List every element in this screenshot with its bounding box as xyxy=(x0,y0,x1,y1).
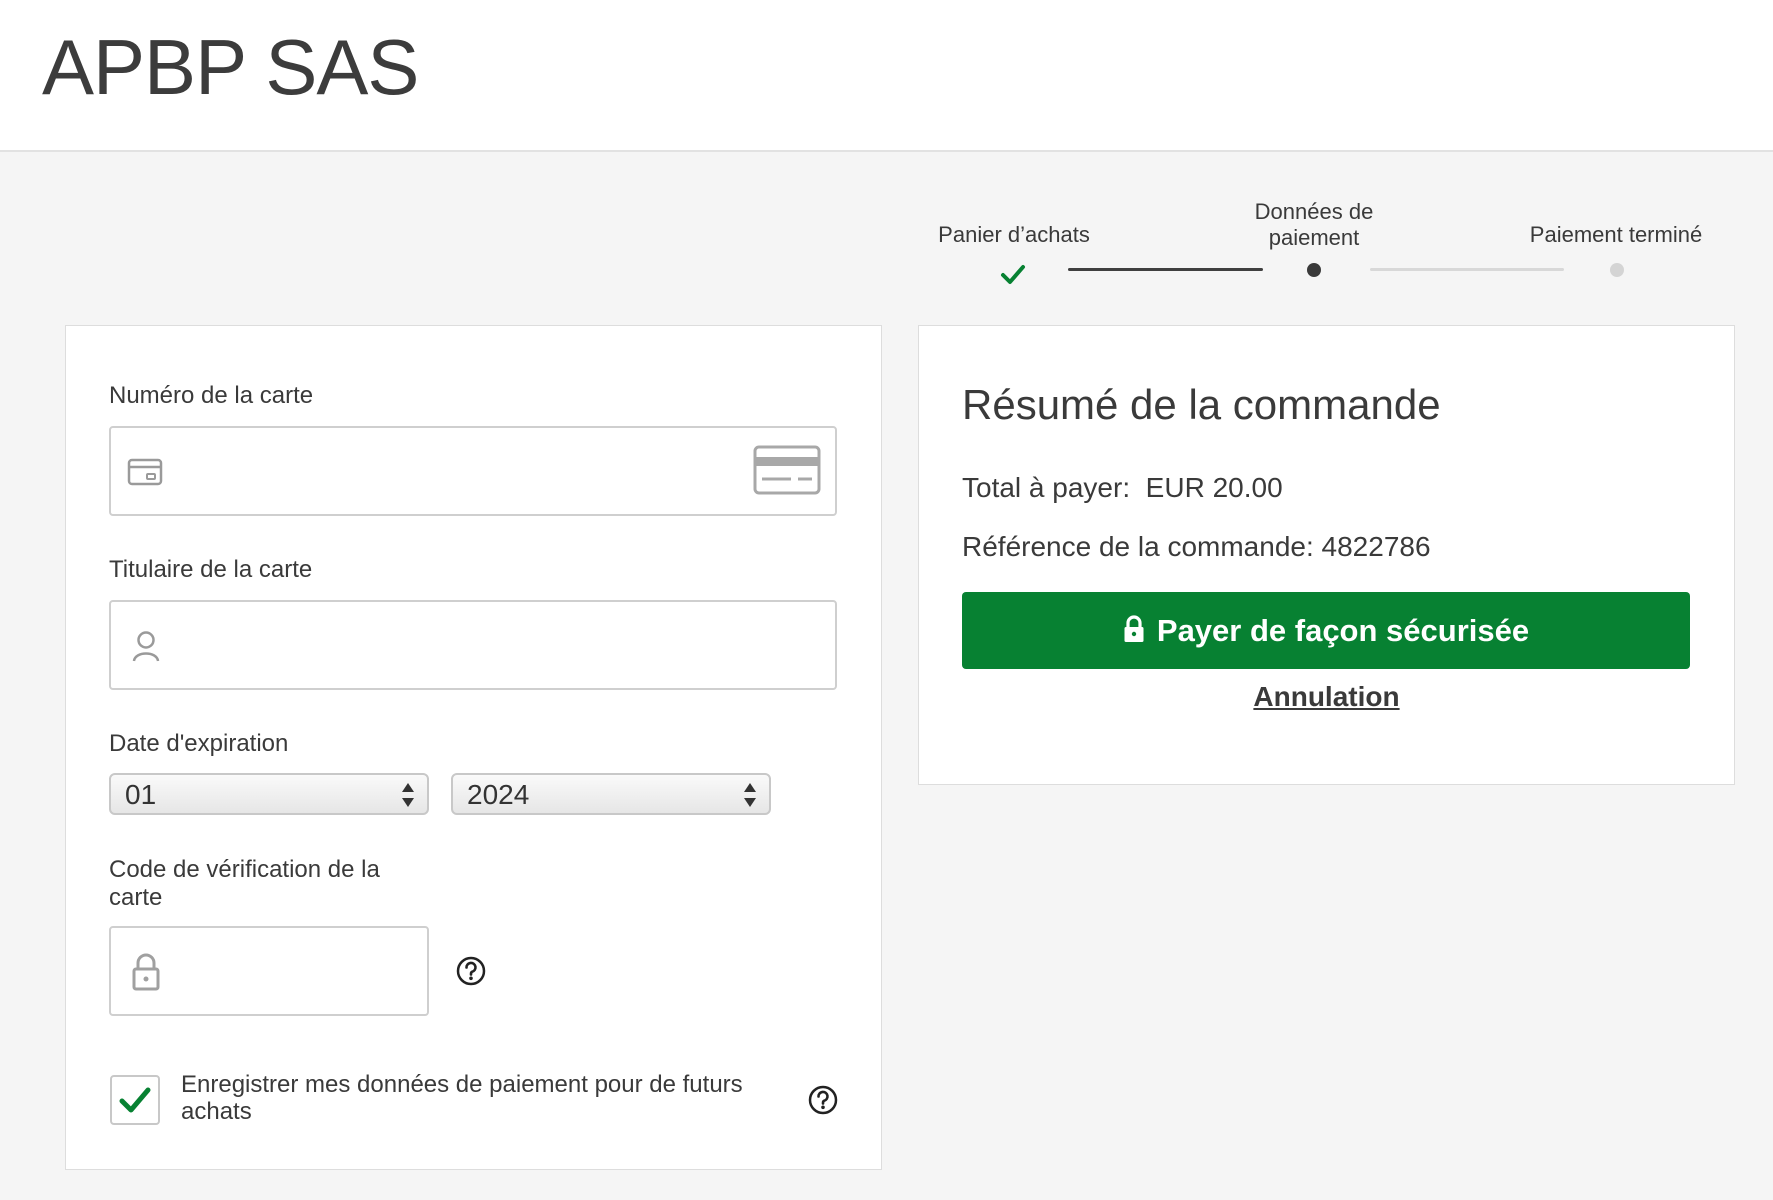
credit-card-icon xyxy=(127,458,163,486)
total-value: EUR 20.00 xyxy=(1145,472,1283,503)
expiry-month-select[interactable]: 01 xyxy=(109,773,429,815)
pay-securely-label: Payer de façon sécurisée xyxy=(1156,613,1530,648)
card-number-label: Numéro de la carte xyxy=(109,382,314,409)
card-brand-icon xyxy=(753,445,821,495)
reference-row: Référence de la commande: 4822786 xyxy=(962,531,1431,563)
summary-title: Résumé de la commande xyxy=(962,381,1441,428)
total-row: Total à payer: EUR 20.00 xyxy=(962,472,1283,504)
total-label: Total à payer: xyxy=(962,472,1131,503)
save-payment-label-line1: Enregistrer mes données de paiement pour… xyxy=(181,1071,743,1098)
card-holder-field[interactable] xyxy=(109,600,837,690)
step-connector-upcoming xyxy=(1370,268,1564,271)
lock-icon xyxy=(132,953,160,991)
reference-label: Référence de la commande: xyxy=(962,531,1314,562)
save-payment-checkbox[interactable] xyxy=(110,1075,160,1125)
brand-title: APBP SAS xyxy=(42,23,419,111)
cvc-label: Code de vérification de la carte xyxy=(109,856,380,912)
cancel-link[interactable]: Annulation xyxy=(919,681,1734,713)
save-payment-label: Enregistrer mes données de paiement pour… xyxy=(181,1071,781,1125)
checkmark-icon xyxy=(1001,265,1025,284)
select-arrows-icon xyxy=(744,783,756,807)
user-icon xyxy=(132,631,160,662)
step-upcoming-dot xyxy=(1610,263,1624,277)
payment-form-panel: Numéro de la carte Titulaire de la carte… xyxy=(65,325,882,1170)
cvc-input[interactable] xyxy=(181,928,405,1016)
expiry-year-value: 2024 xyxy=(467,779,530,810)
step-payment-label: Données de paiement xyxy=(1228,199,1400,251)
cvc-label-line2: carte xyxy=(109,884,163,911)
save-help-icon[interactable] xyxy=(808,1085,838,1115)
expiry-year-select[interactable]: 2024 xyxy=(451,773,771,815)
step-cart-label: Panier d’achats xyxy=(938,222,1090,247)
lock-icon xyxy=(1124,615,1144,642)
reference-value: 4822786 xyxy=(1321,531,1431,562)
step-complete-label: Paiement terminé xyxy=(1529,222,1703,247)
select-arrows-icon xyxy=(402,783,414,807)
cvc-label-line1: Code de vérification de la xyxy=(109,856,380,883)
cvc-help-icon[interactable] xyxy=(456,956,486,986)
cvc-field[interactable] xyxy=(109,926,429,1016)
step-payment-label-line2: paiement xyxy=(1268,225,1360,250)
card-number-field[interactable] xyxy=(109,426,837,516)
card-holder-input[interactable] xyxy=(181,602,749,690)
step-connector-completed xyxy=(1068,268,1263,271)
order-summary-panel: Résumé de la commande Total à payer: EUR… xyxy=(918,325,1735,785)
pay-securely-button[interactable]: Payer de façon sécurisée xyxy=(962,592,1690,669)
step-current-dot xyxy=(1307,263,1321,277)
card-number-input[interactable] xyxy=(181,428,749,516)
page-header: APBP SAS xyxy=(0,0,1773,152)
expiry-label: Date d'expiration xyxy=(109,730,289,757)
cancel-link-label[interactable]: Annulation xyxy=(1253,681,1399,712)
expiry-month-value: 01 xyxy=(125,779,157,810)
checkmark-icon xyxy=(119,1087,151,1113)
save-payment-label-line2: achats xyxy=(181,1098,252,1125)
card-holder-label: Titulaire de la carte xyxy=(109,556,313,583)
step-payment-label-line1: Données de xyxy=(1254,199,1374,224)
